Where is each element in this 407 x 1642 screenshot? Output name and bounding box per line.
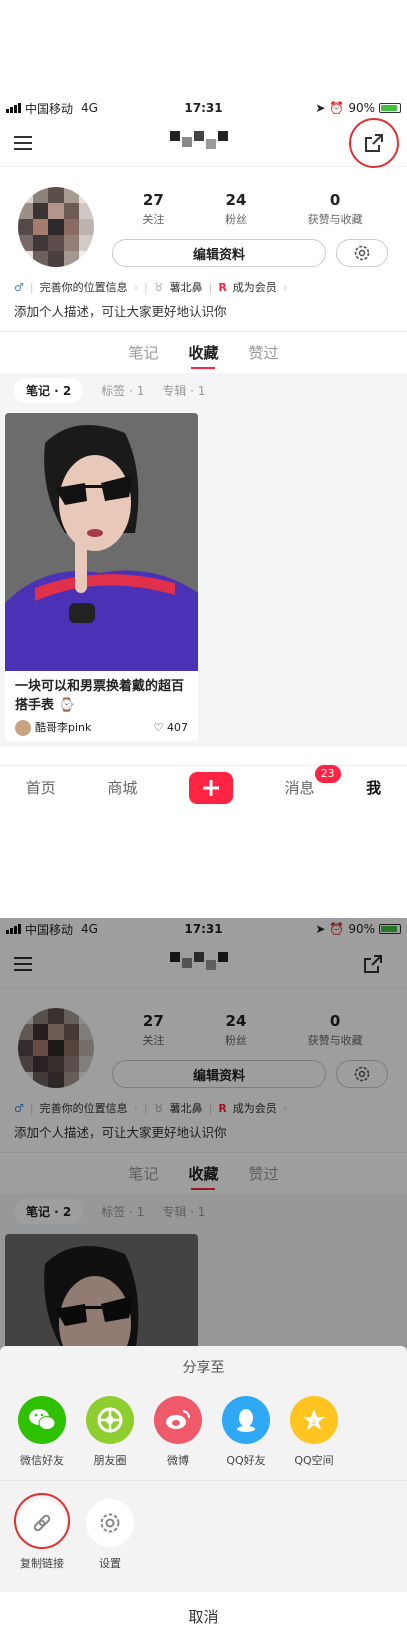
location-tag[interactable]: 完善你的位置信息 (40, 279, 128, 295)
badge-icon: ♉ (153, 280, 164, 294)
share-qzone[interactable]: z QQ空间 (280, 1396, 348, 1468)
note-author[interactable]: 酷哥李pink (15, 719, 91, 736)
qzone-icon: z (290, 1396, 338, 1444)
stat-following[interactable]: 27 关注 (142, 191, 164, 227)
nav-home[interactable]: 首页 (26, 777, 56, 798)
wechat-icon (18, 1396, 66, 1444)
like-button[interactable]: ♡ 407 (154, 721, 188, 734)
weibo-icon (154, 1396, 202, 1444)
subtab-albums[interactable]: 专辑 · 1 (162, 382, 205, 399)
note-card[interactable]: 一块可以和男票换着戴的超百搭手表 ⌚ 酷哥李pink ♡ 407 (5, 413, 198, 741)
menu-icon[interactable] (14, 135, 32, 150)
subtab-notes[interactable]: 笔记 · 2 (14, 377, 84, 403)
profile-screen-share-sheet: 中国移动 4G 17:31 ➤ ⏰ 90% 27 关注 24 粉丝 0 获赞与收… (0, 918, 407, 1642)
share-moments[interactable]: 朋友圈 (76, 1396, 144, 1468)
tab-liked[interactable]: 赞过 (249, 342, 279, 363)
battery-label: 90% (348, 101, 375, 115)
share-qq[interactable]: QQ好友 (212, 1396, 280, 1468)
top-nav (0, 117, 407, 168)
edit-profile-button[interactable]: 编辑资料 (112, 239, 326, 267)
bottom-nav: 首页 商城 消息 23 我 (0, 765, 407, 809)
feed: 一块可以和男票换着戴的超百搭手表 ⌚ 酷哥李pink ♡ 407 (0, 407, 407, 747)
nav-messages[interactable]: 消息 23 (285, 765, 341, 798)
note-title: 一块可以和男票换着戴的超百搭手表 ⌚ (15, 679, 185, 713)
status-bar: 中国移动 4G 17:31 ➤ ⏰ 90% (0, 97, 407, 119)
avatar[interactable] (18, 187, 94, 267)
nav-mall[interactable]: 商城 (107, 777, 137, 798)
share-weibo[interactable]: 微博 (144, 1396, 212, 1468)
gear-icon (86, 1499, 134, 1547)
settings-button[interactable] (336, 239, 388, 267)
tab-collections[interactable]: 收藏 (188, 342, 219, 369)
alarm-icon: ⏰ (329, 101, 345, 115)
highlight-ring (14, 1493, 70, 1549)
profile-description[interactable]: 添加个人描述，可让大家更好地认识你 (0, 297, 407, 331)
share-wechat[interactable]: 微信好友 (8, 1396, 76, 1468)
carrier-label: 中国移动 (25, 101, 74, 116)
member-tag[interactable]: 成为会员 (233, 279, 277, 295)
share-actions: 复制链接 设置 (0, 1480, 407, 1571)
share-sheet-title: 分享至 (182, 1360, 225, 1376)
cancel-button[interactable]: 取消 (0, 1592, 407, 1642)
network-label: 4G (81, 101, 98, 115)
message-badge: 23 (314, 765, 341, 783)
plus-icon (202, 779, 219, 796)
share-icon (365, 133, 383, 152)
copy-link-button[interactable]: 复制链接 (8, 1493, 76, 1571)
author-avatar (15, 720, 31, 736)
profile-tags: ♂ | 完善你的位置信息 › | ♉ 薯北鼻 | R 成为会员 › (14, 279, 288, 295)
nickname-tag[interactable]: 薯北鼻 (170, 279, 203, 295)
share-targets: 微信好友 朋友圈 微博 QQ好友 z QQ空间 (0, 1390, 407, 1468)
location-icon: ➤ (315, 101, 326, 115)
battery-icon (379, 103, 401, 113)
share-sheet: 分享至 微信好友 朋友圈 微博 QQ好友 z QQ空间 复制链接 设置 取消 (0, 1346, 407, 1642)
qq-icon (222, 1396, 270, 1444)
member-icon: R (218, 280, 227, 294)
subtab-tags[interactable]: 标签 · 1 (101, 382, 144, 399)
moments-icon (86, 1396, 134, 1444)
heart-icon: ♡ (153, 721, 164, 734)
signal-icon (6, 103, 21, 113)
nav-me[interactable]: 我 (366, 777, 381, 798)
male-icon: ♂ (14, 280, 24, 294)
profile-screen: 中国移动 4G 17:31 ➤ ⏰ 90% 27 关注 24 粉丝 0 获赞与收… (0, 97, 407, 809)
tab-notes[interactable]: 笔记 (128, 342, 158, 363)
create-button[interactable] (188, 771, 233, 804)
sub-tabs: 笔记 · 2 标签 · 1 专辑 · 1 (0, 373, 407, 407)
profile-header: 27 关注 24 粉丝 0 获赞与收藏 编辑资料 (0, 167, 407, 277)
svg-text:z: z (312, 1417, 316, 1426)
note-image (5, 413, 198, 671)
section-tabs: 笔记 收藏 赞过 (0, 331, 407, 373)
stat-likes[interactable]: 0 获赞与收藏 (308, 191, 363, 227)
stat-followers[interactable]: 24 粉丝 (225, 191, 247, 227)
username-pixelated (170, 131, 230, 155)
settings-action-button[interactable]: 设置 (76, 1499, 144, 1571)
gear-icon (354, 245, 370, 261)
share-button[interactable] (349, 117, 399, 168)
